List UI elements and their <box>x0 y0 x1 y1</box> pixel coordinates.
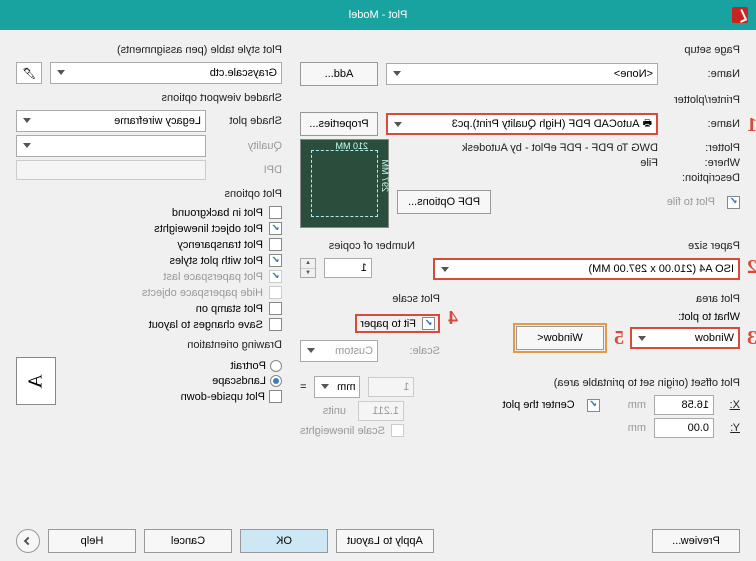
plot-option-checkbox[interactable] <box>269 222 282 235</box>
printer-name-dropdown[interactable]: 🖶 AutoCAD PDF (High Quality Print).pc3 <box>386 113 658 135</box>
plot-option-checkbox[interactable] <box>269 254 282 267</box>
footer-bar: Preview... Apply to Layout OK Cancel Hel… <box>16 529 740 553</box>
plot-option-row: Hide paperspace objects <box>16 286 282 299</box>
landscape-radio[interactable] <box>270 375 282 387</box>
copies-spinner[interactable]: ▲▼ <box>300 258 316 278</box>
quality-dropdown <box>16 135 206 157</box>
chevron-down-icon <box>305 346 315 356</box>
page-setup-name-dropdown[interactable]: <None> <box>386 63 658 85</box>
ok-button[interactable]: OK <box>240 529 328 553</box>
what-to-plot-dropdown[interactable]: Window <box>630 327 740 349</box>
app-icon <box>732 7 748 23</box>
add-button[interactable]: Add... <box>300 62 378 86</box>
palette-icon: 🖊 <box>22 67 36 80</box>
x-offset-label[interactable]: X: <box>722 399 740 411</box>
cancel-button[interactable]: Cancel <box>144 529 232 553</box>
x-offset-field[interactable]: 16.58 <box>654 395 714 415</box>
plot-area-section: 3 Plot area What to plot: Window 5 Windo… <box>458 289 740 365</box>
chevron-down-icon <box>392 120 402 130</box>
drawing-orientation-section: Drawing orientation Portrait Landscape P… <box>16 339 282 406</box>
window-pick-button[interactable]: Window< <box>516 326 604 350</box>
plot-option-checkbox <box>269 286 282 299</box>
paper-size-dropdown[interactable]: ISO A4 (210.00 x 297.00 MM) <box>433 258 740 280</box>
plot-option-row: Plot paperspace last <box>16 270 282 283</box>
copies-section: Number of copies 1 ▲▼ <box>300 236 415 281</box>
paper-preview-thumb: 210 MM 297 MM <box>300 139 389 228</box>
portrait-radio[interactable] <box>270 360 282 372</box>
plot-style-section: Plot style table (pen assignments) Grays… <box>16 44 282 84</box>
scale-dropdown: Custom <box>300 340 378 362</box>
plot-option-row: Plot in background <box>16 206 282 219</box>
shade-plot-dropdown[interactable]: Legacy wireframe <box>16 110 206 132</box>
chevron-down-icon <box>21 116 31 126</box>
unit-dropdown[interactable]: mm <box>314 376 360 398</box>
y-offset-field[interactable]: 0.00 <box>654 418 714 438</box>
copies-field[interactable]: 1 <box>324 258 372 278</box>
title-bar: Plot - Model <box>0 0 756 30</box>
fit-to-paper-checkbox[interactable] <box>422 317 435 330</box>
y-offset-label[interactable]: Y: <box>722 422 740 434</box>
plot-style-edit-button[interactable]: 🖊 <box>16 62 42 84</box>
plot-option-checkbox[interactable] <box>269 206 282 219</box>
chevron-down-icon <box>439 265 449 275</box>
pdf-options-button[interactable]: PDF Options... <box>397 190 491 214</box>
plot-option-checkbox[interactable] <box>269 302 282 315</box>
plot-option-checkbox[interactable] <box>269 238 282 251</box>
chevron-down-icon <box>636 334 646 344</box>
window-title: Plot - Model <box>24 9 732 21</box>
center-plot-checkbox[interactable] <box>587 399 600 412</box>
plot-option-row: Plot transparency <box>16 238 282 251</box>
chevron-down-icon <box>319 382 329 392</box>
expand-button[interactable] <box>16 529 40 553</box>
upside-down-checkbox[interactable] <box>269 390 282 403</box>
plot-scale-section: 4 Plot scale Fit to paper Scale: Custom <box>300 289 440 365</box>
plot-option-row: Plot with plot styles <box>16 254 282 267</box>
apply-to-layout-button[interactable]: Apply to Layout <box>336 529 434 553</box>
help-button[interactable]: Help <box>48 529 136 553</box>
chevron-down-icon <box>391 69 401 79</box>
dpi-field <box>16 160 206 180</box>
paper-size-section: 2 Paper size ISO A4 (210.00 x 297.00 MM) <box>433 236 740 281</box>
plot-option-row: Plot stamp on <box>16 302 282 315</box>
plot-options-section: Plot options Plot in backgroundPlot obje… <box>16 188 282 331</box>
plot-offset-section: Plot offset (origin set to printable are… <box>458 373 740 441</box>
scale-lineweights-checkbox <box>391 424 404 437</box>
preview-button[interactable]: Preview... <box>652 529 740 553</box>
plot-option-row: Plot object lineweights <box>16 222 282 235</box>
printer-section: Printer/plotter 1 Name: 🖶 AutoCAD PDF (H… <box>300 94 740 228</box>
shaded-viewport-section: Shaded viewport options Shade plot Legac… <box>16 92 282 180</box>
page-setup-section: Page setup Name: <None> Add... <box>300 44 740 86</box>
orientation-thumb: A <box>16 357 56 405</box>
plot-option-checkbox[interactable] <box>269 318 282 331</box>
chevron-down-icon <box>21 141 31 151</box>
plot-to-file-checkbox[interactable] <box>727 196 740 209</box>
plot-style-dropdown[interactable]: Grayscale.ctb <box>50 62 282 84</box>
chevron-down-icon <box>55 68 65 78</box>
plot-option-row: Save changes to layout <box>16 318 282 331</box>
properties-button[interactable]: Properties... <box>300 112 378 136</box>
chevron-right-icon <box>24 537 32 545</box>
plot-option-checkbox <box>269 270 282 283</box>
